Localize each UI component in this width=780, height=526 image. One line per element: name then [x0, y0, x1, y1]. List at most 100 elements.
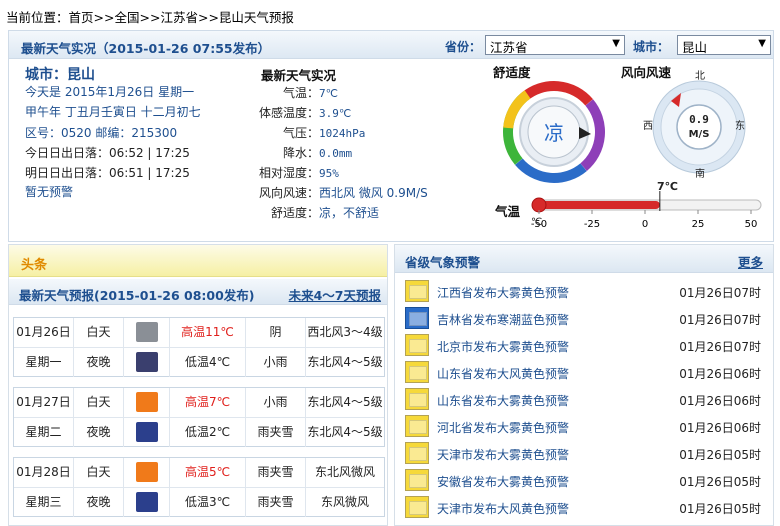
thermometer-tick-label: 50: [745, 219, 758, 230]
forecast-wind: 西北风3～4级: [307, 325, 383, 339]
forecast-wind: 东北风4～5级: [307, 425, 383, 439]
warning-item[interactable]: 北京市发布大雾黄色预警 01月26日07时: [405, 333, 767, 359]
warning-link[interactable]: 天津市发布大风黄色预警: [437, 500, 569, 517]
obs-value: 西北风 微风 0.9M/S: [319, 186, 428, 200]
warning-item[interactable]: 河北省发布大雾黄色预警 01月26日06时: [405, 414, 767, 440]
area-postal-codes: 区号：0520 邮编：215300: [25, 126, 178, 140]
forecast-4-7-days-link[interactable]: 未来4～7天预报: [289, 285, 381, 304]
breadcrumb-prefix: 当前位置：: [6, 10, 69, 25]
warning-time: 01月26日05时: [679, 448, 761, 462]
forecast-weather: 雨夹雪: [246, 488, 306, 517]
warning-item[interactable]: 山东省发布大风黄色预警 01月26日06时: [405, 360, 767, 386]
warning-time: 01月26日06时: [679, 394, 761, 408]
obs-wind: 风向风速：西北风 微风 0.9M/S: [235, 184, 475, 201]
warning-signal-icon: [405, 307, 429, 329]
forecast-wind: 东北风4～5级: [307, 395, 383, 409]
forecast-icon-cell: [124, 388, 170, 417]
forecast-part: 白天: [74, 318, 124, 347]
lunar-date: 甲午年 丁丑月壬寅日 十二月初七: [25, 105, 201, 119]
breadcrumb-home-link[interactable]: 首页: [69, 10, 94, 25]
province-label: 省份：: [445, 40, 482, 54]
breadcrumb-province-link[interactable]: 江苏省: [160, 10, 198, 25]
obs-key: 风向风速：: [258, 186, 319, 200]
forecast-part: 夜晚: [74, 488, 124, 517]
comfort-value: 凉: [544, 121, 564, 145]
warning-link[interactable]: 山东省发布大风黄色预警: [437, 365, 569, 382]
cloudy-icon: [136, 322, 158, 342]
light-rain-icon: [136, 392, 158, 412]
warning-item[interactable]: 山东省发布大雾黄色预警 01月26日06时: [405, 387, 767, 413]
forecast-icon-cell: [124, 348, 170, 377]
forecast-wind: 东风微风: [320, 495, 369, 509]
forecast-part: 白天: [74, 458, 124, 487]
obs-key: 降水：: [282, 146, 319, 160]
sun-times-tomorrow: 明日日出日落：06:51 | 17:25: [25, 166, 190, 180]
obs-comfort: 舒适度：凉，不舒适: [235, 204, 475, 221]
thermometer-fill: [539, 201, 660, 209]
forecast-weekday: 星期三: [14, 488, 74, 517]
comfort-gauge: 凉: [503, 81, 605, 183]
breadcrumb-country-link[interactable]: 全国: [114, 10, 139, 25]
obs-key: 体感温度：: [258, 106, 319, 120]
forecast-part: 夜晚: [74, 348, 124, 377]
warning-item[interactable]: 安徽省发布大雾黄色预警 01月26日05时: [405, 468, 767, 494]
forecast-night-row: 星期三 夜晚 低温3℃ 雨夹雪 东风微风: [14, 487, 384, 517]
warning-link[interactable]: 吉林省发布寒潮蓝色预警: [437, 311, 569, 328]
warning-signal-icon: [405, 442, 429, 464]
warning-item[interactable]: 天津市发布大雾黄色预警 01月26日05时: [405, 441, 767, 467]
headline-label: 头条: [21, 258, 48, 273]
province-select[interactable]: 江苏省 ▼: [485, 35, 625, 55]
warning-link[interactable]: 北京市发布大雾黄色预警: [437, 338, 569, 355]
headline-bar: 头条: [9, 245, 387, 277]
city-select[interactable]: 昆山 ▼: [677, 35, 771, 55]
temp-unit: ℃: [531, 217, 543, 228]
thermometer-tick-label: -25: [584, 219, 600, 230]
thermometer: -50 -25 0 25 50: [531, 191, 762, 230]
obs-value: 3.9℃: [319, 107, 352, 120]
warning-link[interactable]: 天津市发布大雾黄色预警: [437, 446, 569, 463]
compass-east: 东: [735, 121, 745, 132]
forecast-day-row: 01月28日 白天 高温5℃ 雨夹雪 东北风微风: [14, 458, 384, 487]
warning-signal-icon: [405, 415, 429, 437]
warning-link[interactable]: 河北省发布大雾黄色预警: [437, 419, 569, 436]
forecast-high-temp: 高温11℃: [170, 318, 246, 347]
warning-item[interactable]: 吉林省发布寒潮蓝色预警 01月26日07时: [405, 306, 767, 332]
province-select-value: 江苏省: [490, 40, 528, 55]
forecast-high-temp: 高温5℃: [170, 458, 246, 487]
warnings-title: 省级气象预警: [405, 255, 481, 270]
warnings-more-link[interactable]: 更多: [738, 252, 763, 271]
forecast-high-temp: 高温7℃: [170, 388, 246, 417]
today-date: 今天是 2015年1月26日 星期一: [25, 85, 195, 99]
forecast-weather: 小雨: [246, 348, 306, 377]
warning-time: 01月26日06时: [679, 367, 761, 381]
warning-time: 01月26日05时: [679, 502, 761, 516]
forecast-date: 01月26日: [14, 318, 74, 347]
forecast-part: 白天: [74, 388, 124, 417]
forecast-weekday: 星期一: [14, 348, 74, 377]
warning-link[interactable]: 山东省发布大雾黄色预警: [437, 392, 569, 409]
forecast-date: 01月27日: [14, 388, 74, 417]
observation-title: 最新天气实况: [261, 68, 337, 83]
thermometer-ticks: -50 -25 0 25 50: [531, 210, 758, 230]
forecast-day-row: 01月27日 白天 高温7℃ 小雨 东北风4～5级: [14, 388, 384, 417]
compass-north: 北: [695, 71, 705, 82]
obs-value: 95%: [319, 167, 339, 180]
warning-link[interactable]: 安徽省发布大雾黄色预警: [437, 473, 569, 490]
forecast-part: 夜晚: [74, 418, 124, 447]
thermometer-tick-label: 0: [642, 219, 648, 230]
forecast-icon-cell: [124, 458, 170, 487]
obs-feels-like: 体感温度：3.9℃: [235, 104, 475, 121]
warning-item[interactable]: 江西省发布大雾黄色预警 01月26日07时: [405, 279, 767, 305]
no-warning-text: 暂无预警: [25, 185, 74, 199]
obs-key: 舒适度：: [270, 206, 319, 220]
warning-item[interactable]: 天津市发布大风黄色预警 01月26日05时: [405, 495, 767, 521]
forecast-day-row: 01月26日 白天 高温11℃ 阴西北风3～4级: [14, 318, 384, 347]
warning-link[interactable]: 江西省发布大雾黄色预警: [437, 284, 569, 301]
forecast-weather: 雨夹雪: [246, 418, 306, 447]
forecast-title: 最新天气预报(2015-01-26 08:00发布): [19, 288, 255, 303]
forecast-icon-cell: [124, 318, 170, 347]
breadcrumb: 当前位置：首页>>全国>>江苏省>>昆山天气预报: [6, 7, 294, 26]
warning-time: 01月26日07时: [679, 340, 761, 354]
current-weather-header: 最新天气实况（2015-01-26 07:55发布） 省份： 江苏省 ▼ 城市：…: [9, 31, 773, 59]
warning-signal-icon: [405, 388, 429, 410]
